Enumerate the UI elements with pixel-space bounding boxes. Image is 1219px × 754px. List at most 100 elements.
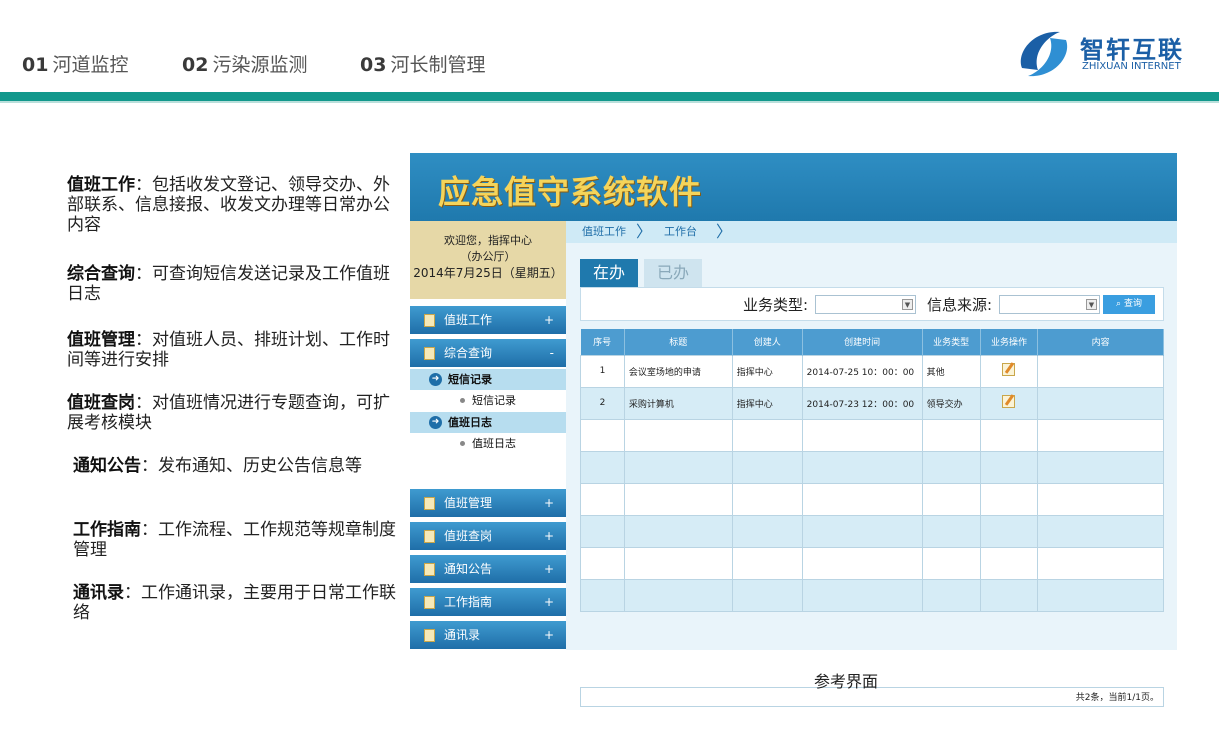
logo-chinese-name: 智轩互联	[1080, 36, 1184, 64]
feature-title: 通知公告	[73, 456, 141, 476]
empty-table-row	[580, 546, 1164, 580]
task-table: 序号 标题 创建人 创建时间 业务类型 业务操作 内容 1 会议室场地的申请 指…	[580, 329, 1164, 612]
tab-emergency-command[interactable]: 04 应急指挥	[535, 41, 735, 83]
welcome-dept: （办公厅）	[460, 250, 516, 263]
feature-title: 综合查询	[67, 264, 135, 284]
header-divider	[0, 92, 1219, 101]
info-source-select[interactable]: ▼	[999, 295, 1100, 314]
empty-table-row	[580, 482, 1164, 516]
expand-toggle[interactable]: +	[544, 588, 554, 616]
edit-icon[interactable]	[1002, 395, 1016, 408]
business-type-select[interactable]: ▼	[815, 295, 916, 314]
sidebar-item-duty-management[interactable]: 值班管理 +	[410, 489, 566, 517]
sidebar-item-label: 值班工作	[444, 313, 493, 327]
sidebar-item-label: 通讯录	[444, 628, 481, 642]
feature-comprehensive-query: 综合查询：可查询短信发送记录及工作值班日志	[67, 264, 390, 304]
sidebar-item-comprehensive-query[interactable]: 综合查询 -	[410, 339, 566, 367]
dropdown-arrow-icon: ▼	[1086, 299, 1097, 310]
submenu-label: 值班日志	[448, 416, 492, 429]
feature-title: 工作指南	[73, 520, 141, 540]
query-button[interactable]: ⌕ 查询	[1103, 295, 1155, 314]
table-row[interactable]: 1 会议室场地的申请 指挥中心 2014-07-25 10：00：00 其他	[580, 354, 1164, 388]
arrow-circle-icon: ➜	[429, 373, 442, 386]
submenu-item-duty-log[interactable]: 值班日志	[410, 433, 566, 454]
feature-title: 值班查岗	[67, 393, 135, 413]
app-main-area: 值班工作 〉 工作台 〉 在办 已办 业务类型: ▼ 信息来源: ▼ ⌕ 查询	[566, 221, 1177, 707]
sidebar-item-label: 工作指南	[444, 595, 493, 609]
search-icon: ⌕	[1116, 299, 1122, 309]
submenu-item-label: 值班日志	[472, 437, 516, 450]
feature-duty-inspection: 值班查岗：对值班情况进行专题查询，可扩展考核模块	[67, 393, 390, 433]
sidebar-item-contacts[interactable]: 通讯录 +	[410, 621, 566, 649]
document-icon	[424, 497, 435, 510]
submenu-sms-records[interactable]: ➜ 短信记录	[410, 369, 566, 390]
column-header: 序号	[580, 329, 625, 355]
dropdown-arrow-icon: ▼	[902, 299, 913, 310]
tab-label: 河道监控	[52, 54, 129, 76]
column-header: 创建人	[732, 329, 803, 355]
tab-label: 应急指挥	[583, 51, 660, 73]
cell-index: 2	[580, 386, 625, 420]
sidebar-item-label: 通知公告	[444, 562, 493, 576]
collapse-toggle[interactable]: -	[550, 339, 554, 367]
document-icon	[424, 629, 435, 642]
breadcrumb-item[interactable]: 工作台	[664, 221, 697, 243]
cell-created-time: 2014-07-23 12：00：00	[801, 386, 923, 420]
cell-operation	[979, 354, 1039, 388]
submenu-duty-log[interactable]: ➜ 值班日志	[410, 412, 566, 433]
info-source-label: 信息来源:	[927, 296, 993, 314]
chevron-right-icon: 〉	[716, 222, 733, 241]
table-row[interactable]: 2 采购计算机 指挥中心 2014-07-23 12：00：00 领导交办	[580, 386, 1164, 420]
document-icon	[424, 530, 435, 543]
tab-number: 01	[22, 54, 49, 76]
tab-in-progress[interactable]: 在办	[580, 259, 638, 287]
app-header: 应急值守系统软件	[410, 153, 1177, 221]
tab-label: 污染源监测	[212, 54, 308, 76]
tab-number: 03	[360, 54, 387, 76]
header-divider-shadow	[0, 101, 1219, 103]
feature-text: 发布通知、历史公告信息等	[158, 456, 362, 476]
sidebar-item-duty-inspection[interactable]: 值班查岗 +	[410, 522, 566, 550]
empty-table-row	[580, 578, 1164, 612]
sidebar-item-notices[interactable]: 通知公告 +	[410, 555, 566, 583]
document-icon	[424, 314, 435, 327]
tab-pollution-monitoring[interactable]: 02 污染源监测	[182, 50, 307, 77]
cell-creator: 指挥中心	[731, 386, 803, 420]
cell-title[interactable]: 会议室场地的申请	[623, 354, 733, 388]
column-header: 业务操作	[980, 329, 1039, 355]
cell-creator: 指挥中心	[731, 354, 803, 388]
cell-business-type: 领导交办	[921, 386, 981, 420]
document-icon	[424, 563, 435, 576]
company-logo: 智轩互联 ZHIXUAN INTERNET	[1014, 24, 1204, 84]
document-icon	[424, 596, 435, 609]
sidebar-item-label: 值班查岗	[444, 529, 493, 543]
edit-icon[interactable]	[1002, 363, 1016, 376]
cell-created-time: 2014-07-25 10：00：00	[801, 354, 923, 388]
sidebar-item-duty-work[interactable]: 值班工作 +	[410, 306, 566, 334]
tab-completed[interactable]: 已办	[644, 259, 702, 287]
arrow-circle-icon: ➜	[429, 416, 442, 429]
expand-toggle[interactable]: +	[544, 522, 554, 550]
feature-title: 值班工作	[67, 175, 135, 195]
tab-number: 02	[182, 54, 209, 76]
tab-river-monitoring[interactable]: 01 河道监控	[22, 50, 128, 77]
tab-river-chief-management[interactable]: 03 河长制管理	[360, 50, 485, 77]
expand-toggle[interactable]: +	[544, 621, 554, 649]
cell-title[interactable]: 采购计算机	[623, 386, 733, 420]
expand-toggle[interactable]: +	[544, 555, 554, 583]
submenu-item-sms-records[interactable]: 短信记录	[410, 390, 566, 411]
column-header: 创建时间	[802, 329, 923, 355]
column-header: 业务类型	[922, 329, 981, 355]
sidebar-item-work-guide[interactable]: 工作指南 +	[410, 588, 566, 616]
feature-duty-work: 值班工作：包括收发文登记、领导交办、外部联系、信息接报、收发文办理等日常办公内容	[67, 175, 390, 235]
tab-number: 04	[553, 51, 580, 73]
expand-toggle[interactable]: +	[544, 489, 554, 517]
empty-table-row	[580, 514, 1164, 548]
feature-contacts: 通讯录：工作通讯录，主要用于日常工作联络	[73, 583, 396, 623]
filter-bar: 业务类型: ▼ 信息来源: ▼ ⌕ 查询	[580, 287, 1164, 321]
breadcrumb-item[interactable]: 值班工作	[582, 221, 626, 243]
welcome-panel: 欢迎您，指挥中心 （办公厅） 2014年7月25日（星期五）	[410, 221, 566, 299]
feature-duty-management: 值班管理：对值班人员、排班计划、工作时间等进行安排	[67, 330, 390, 370]
cell-operation	[979, 386, 1039, 420]
expand-toggle[interactable]: +	[544, 306, 554, 334]
